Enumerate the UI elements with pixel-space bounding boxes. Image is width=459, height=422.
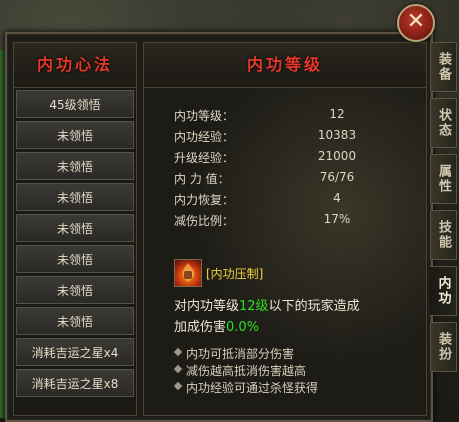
tip-item: 内功可抵消部分伤害 (173, 345, 414, 362)
stat-row: 内力恢复： 4 (174, 189, 414, 210)
description-text: 对内功等级 (174, 299, 240, 314)
close-button[interactable]: ✕ (397, 4, 435, 42)
skill-list: 45级领悟 未领悟 未领悟 未领悟 未领悟 未领悟 未领悟 未领悟 消耗吉运之星… (16, 90, 134, 400)
stat-value: 21000 (317, 149, 357, 163)
stat-row: 升级经验： 21000 (174, 147, 414, 168)
skill-list-item[interactable]: 未领悟 (16, 276, 134, 304)
description-text: 以下的玩家造成 (268, 299, 360, 314)
tip-text: 内功经验可通过杀怪获得 (186, 381, 319, 395)
skill-list-item[interactable]: 消耗吉运之星x4 (16, 338, 134, 366)
skill-list-item[interactable]: 45级领悟 (16, 90, 134, 118)
stat-row: 内功经验： 10383 (174, 126, 414, 147)
skill-description-line-1: 对内功等级12级以下的玩家造成 (174, 295, 360, 314)
skill-list-item[interactable]: 消耗吉运之星x8 (16, 369, 134, 397)
tab-appearance[interactable]: 装扮 (430, 322, 457, 372)
stat-value: 4 (333, 191, 341, 205)
close-icon: ✕ (406, 9, 426, 34)
inner-power-panel: 内功等级 内功等级： 12 内功经验： 10383 升级经验： 21000 内 … (143, 42, 427, 416)
diamond-bullet-icon (173, 347, 183, 357)
stat-label: 内 力 值： (174, 172, 230, 186)
stat-value: 17% (323, 212, 351, 226)
stats-list: 内功等级： 12 内功经验： 10383 升级经验： 21000 内 力 值： … (174, 105, 414, 231)
skill-list-item[interactable]: 未领悟 (16, 245, 134, 273)
stat-label: 减伤比例： (174, 214, 235, 228)
stat-row: 内功等级： 12 (174, 105, 414, 126)
inner-power-title: 内功等级 (144, 43, 426, 88)
stat-label: 内功等级： (174, 109, 235, 123)
stat-label: 内功经验： (174, 130, 235, 144)
description-level: 12级 (239, 299, 269, 314)
tips-list: 内功可抵消部分伤害 减伤越高抵消伤害越高 内功经验可通过杀怪获得 (173, 345, 414, 396)
side-tabs: 装备 状态 属性 技能 内功 装扮 (430, 42, 459, 378)
skill-list-item[interactable]: 未领悟 (16, 183, 134, 211)
tab-inner-power[interactable]: 内功 (430, 266, 457, 316)
tab-attributes[interactable]: 属性 (430, 154, 457, 204)
skill-list-item[interactable]: 未领悟 (16, 307, 134, 335)
skill-list-title: 内功心法 (14, 43, 136, 88)
stat-row: 减伤比例： 17% (174, 210, 414, 231)
tab-status[interactable]: 状态 (430, 98, 457, 148)
skill-list-item[interactable]: 未领悟 (16, 152, 134, 180)
description-text: 加成伤害 (174, 320, 227, 335)
stat-value: 10383 (317, 128, 357, 142)
stat-value: 12 (329, 107, 345, 121)
tip-item: 减伤越高抵消伤害越高 (173, 362, 414, 379)
skill-list-item[interactable]: 未领悟 (16, 214, 134, 242)
fire-fist-icon[interactable] (174, 259, 202, 287)
tab-skills[interactable]: 技能 (430, 210, 457, 260)
tip-text: 内功可抵消部分伤害 (186, 347, 295, 361)
skill-list-panel: 内功心法 45级领悟 未领悟 未领悟 未领悟 未领悟 未领悟 未领悟 未领悟 消… (13, 42, 137, 416)
tip-item: 内功经验可通过杀怪获得 (173, 379, 414, 396)
diamond-bullet-icon (173, 364, 183, 374)
skill-name: [内功压制] (206, 267, 264, 281)
description-bonus: 0.0% (226, 320, 260, 335)
tip-text: 减伤越高抵消伤害越高 (186, 364, 307, 378)
stat-label: 内力恢复： (174, 193, 235, 207)
skill-list-item[interactable]: 未领悟 (16, 121, 134, 149)
skill-description-line-2: 加成伤害0.0% (174, 316, 259, 335)
diamond-bullet-icon (173, 381, 183, 391)
stat-row: 内 力 值： 76/76 (174, 168, 414, 189)
stat-value: 76/76 (319, 170, 355, 184)
stat-label: 升级经验： (174, 151, 235, 165)
tab-equipment[interactable]: 装备 (430, 42, 457, 92)
